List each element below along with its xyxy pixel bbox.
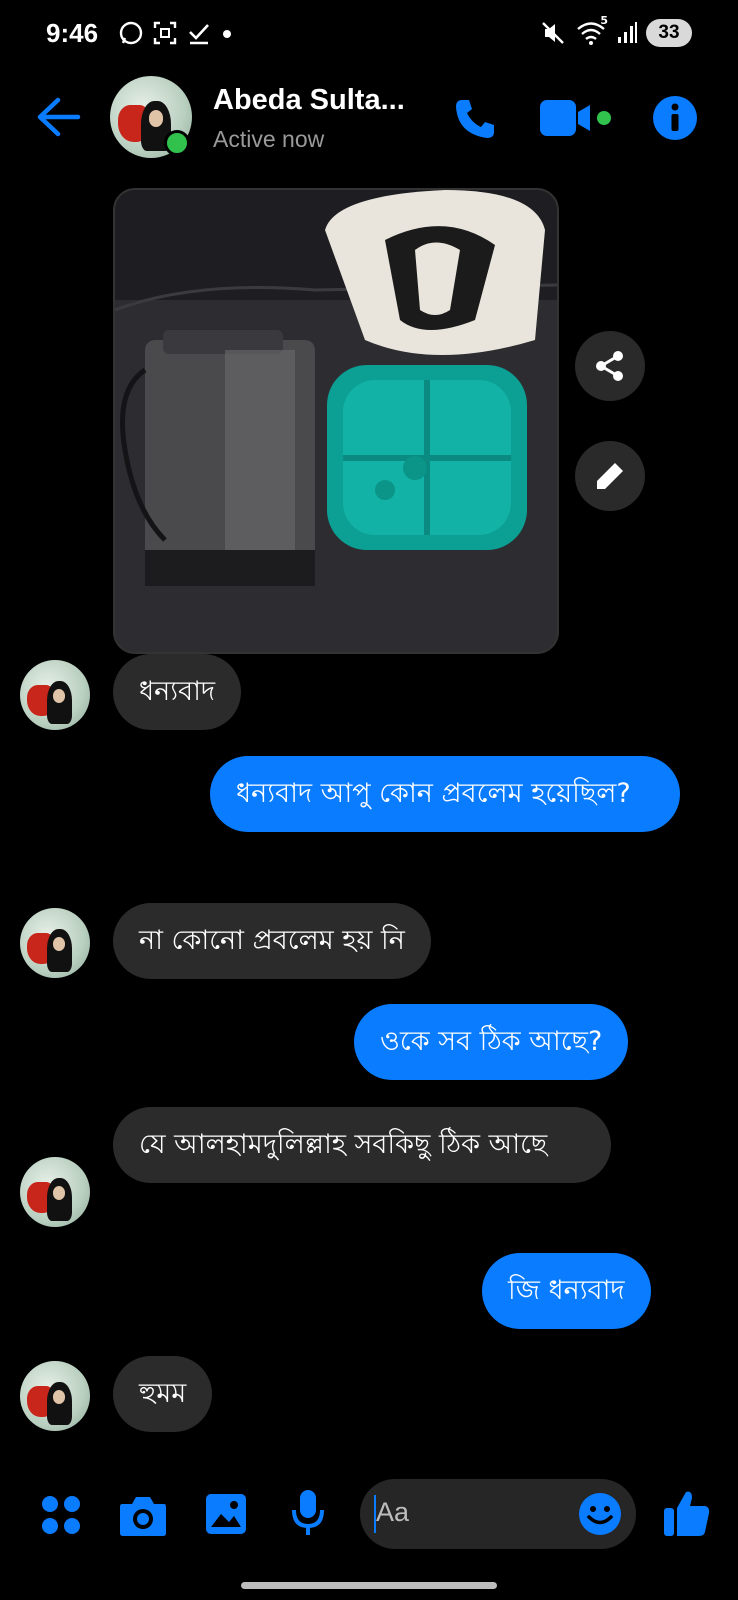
message-input[interactable]: Aa	[360, 1479, 636, 1549]
microphone-icon[interactable]	[290, 1488, 326, 1538]
wifi-label: 5	[600, 14, 608, 27]
shared-photo[interactable]	[113, 188, 559, 654]
photo-content	[115, 190, 557, 652]
dot-icon	[223, 30, 231, 38]
message-bubble-incoming[interactable]: না কোনো প্রবলেম হয় নি	[113, 903, 431, 979]
wifi-icon: 5	[576, 14, 608, 46]
message-bubble-incoming[interactable]: হুমম	[113, 1356, 213, 1432]
signal-icon	[618, 22, 637, 43]
whatsapp-icon	[119, 21, 143, 45]
message-bubble-incoming[interactable]: যে আলহামদুলিল্লাহ সবকিছু ঠিক আছে	[113, 1107, 611, 1183]
thumbs-up-icon[interactable]	[662, 1488, 712, 1538]
share-button[interactable]	[575, 331, 645, 401]
online-indicator	[164, 130, 190, 156]
status-time: 9:46	[46, 18, 99, 48]
sender-avatar[interactable]	[20, 908, 90, 978]
message-bubble-incoming[interactable]: ধন্যবাদ	[113, 654, 242, 730]
info-icon[interactable]	[652, 95, 698, 141]
status-system-icons: 5	[540, 14, 638, 46]
gallery-icon[interactable]	[204, 1492, 248, 1536]
task-done-icon	[189, 24, 209, 45]
home-indicator	[241, 1582, 497, 1589]
video-call-icon[interactable]	[540, 98, 612, 138]
active-status: Active now	[213, 126, 325, 152]
battery-indicator: 33	[646, 19, 692, 47]
sender-avatar[interactable]	[20, 1361, 90, 1431]
message-bubble-outgoing[interactable]: জি ধন্যবাদ	[482, 1253, 651, 1329]
emoji-icon[interactable]	[578, 1492, 622, 1536]
edit-photo-button[interactable]	[575, 441, 645, 511]
message-input-placeholder: Aa	[376, 1497, 410, 1527]
message-bubble-outgoing[interactable]: ওকে সব ঠিক আছে?	[354, 1004, 629, 1080]
contact-name[interactable]: Abeda Sulta...	[213, 84, 405, 117]
sender-avatar[interactable]	[20, 1157, 90, 1227]
phone-icon[interactable]	[452, 96, 498, 142]
camera-icon[interactable]	[118, 1492, 168, 1538]
share-icon	[596, 351, 623, 381]
apps-icon[interactable]	[40, 1494, 82, 1536]
sender-avatar[interactable]	[20, 660, 90, 730]
mute-icon	[542, 22, 564, 44]
message-bubble-outgoing[interactable]: ধন্যবাদ আপু কোন প্রবলেম হয়েছিল?	[210, 756, 680, 832]
status-notification-icons	[118, 20, 234, 46]
edit-icon	[597, 463, 623, 489]
back-arrow-icon[interactable]	[36, 96, 82, 138]
screenshot-icon	[153, 21, 177, 45]
